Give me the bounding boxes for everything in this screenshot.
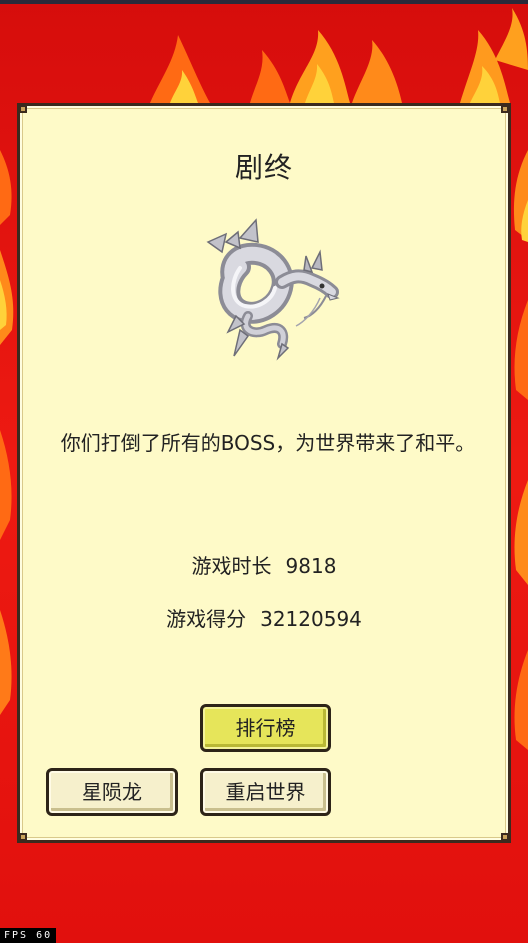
top-status-bar <box>0 0 528 4</box>
fps-label: FPS <box>4 930 29 941</box>
restart-world-button[interactable]: 重启世界 <box>200 768 331 816</box>
leaderboard-button[interactable]: 排行榜 <box>200 704 331 752</box>
silver-dragon-icon <box>206 218 340 361</box>
fps-counter: FPS 60 <box>0 928 57 943</box>
fps-value: 60 <box>36 930 53 941</box>
victory-message: 你们打倒了所有的BOSS，为世界带来了和平。 <box>60 431 476 455</box>
play-time-value: 9818 <box>285 554 337 578</box>
score-row: 游戏得分 32120594 <box>20 603 508 632</box>
panel-title: 剧终 <box>234 151 293 184</box>
character-button[interactable]: 星陨龙 <box>46 768 178 816</box>
panel-rivet <box>19 833 27 841</box>
panel-rivet <box>501 105 509 113</box>
game-over-panel: 剧终 你们打倒了所有的BOSS，为世界带来了和平。 游戏时长 9818 游戏得分 3… <box>17 103 511 843</box>
play-time-label: 游戏时长 <box>191 554 272 578</box>
score-value: 32120594 <box>260 607 362 631</box>
panel-rivet <box>19 105 27 113</box>
score-label: 游戏得分 <box>166 607 247 631</box>
play-time-row: 游戏时长 9818 <box>20 550 508 579</box>
panel-rivet <box>501 833 509 841</box>
